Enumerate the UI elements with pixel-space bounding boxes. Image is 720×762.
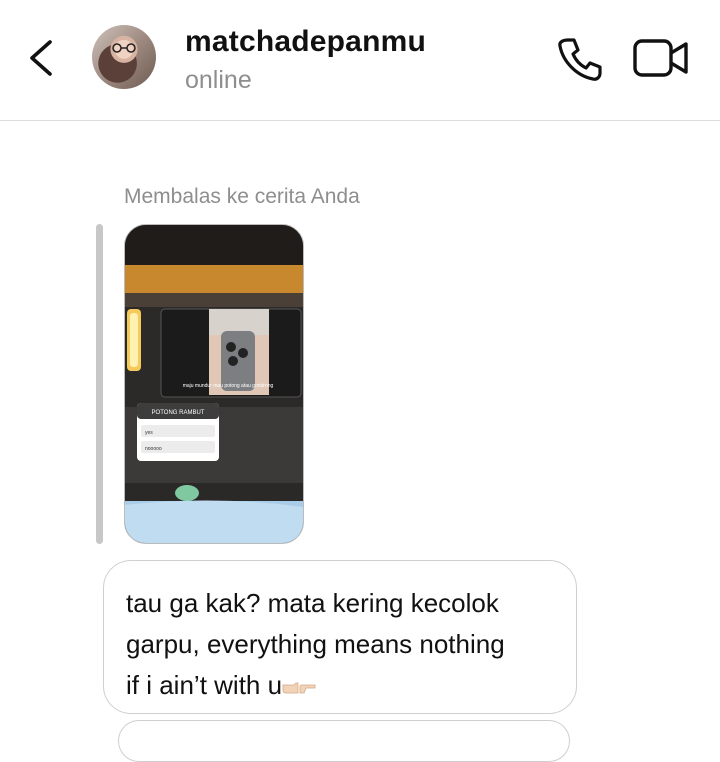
video-camera-icon[interactable] [632,36,690,80]
message-line-1: tau ga kak? mata kering kecolok [126,588,499,618]
story-caption: maju mundur mau potong atau gondrong [183,383,274,389]
reply-to-story-label: Membalas ke cerita Anda [124,185,360,208]
avatar[interactable] [92,25,156,89]
next-message-bubble-edge [118,720,570,762]
message-line-3: if i ain’t with u [126,670,283,700]
pointing-fingers-emoji [282,682,316,694]
chat-header: matchadepanmu online [0,0,720,121]
glasses-icon [112,43,136,53]
contact-username[interactable]: matchadepanmu [185,25,426,59]
poll-option-1: yes [145,430,153,436]
message-line-2: garpu, everything means nothing [126,629,505,659]
chevron-left-icon[interactable] [22,36,62,80]
story-thumbnail[interactable]: maju mundur mau potong atau gondrong POT… [124,224,304,544]
poll-option-2: nooooo [145,446,162,452]
poll-title: POTONG RAMBUT [152,410,205,416]
message-bubble[interactable]: tau ga kak? mata kering kecolok garpu, e… [103,560,577,714]
message-text: tau ga kak? mata kering kecolok garpu, e… [126,583,554,706]
online-status: online [185,66,252,94]
reply-indicator-bar [96,224,103,544]
phone-icon[interactable] [555,35,603,83]
